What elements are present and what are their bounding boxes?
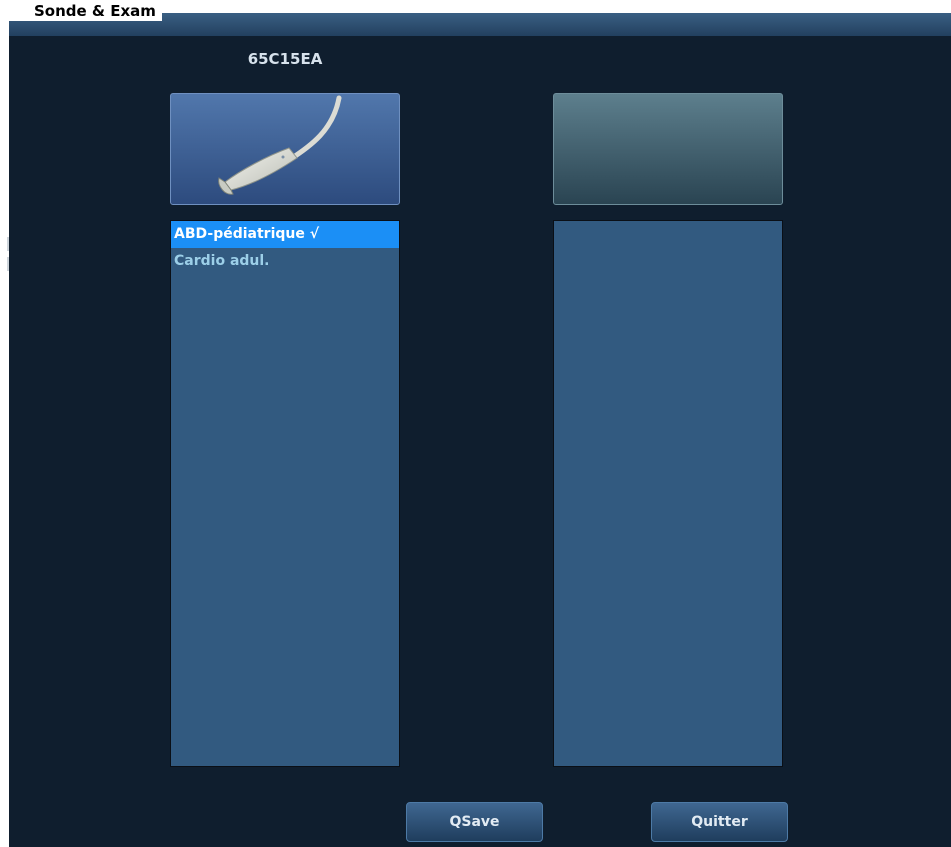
probe-slot-1[interactable] bbox=[170, 93, 400, 205]
quit-button[interactable]: Quitter bbox=[651, 802, 788, 842]
ultrasound-probe-icon bbox=[218, 95, 342, 195]
exam-item[interactable]: ABD-pédiatrique √ bbox=[171, 221, 399, 248]
qsave-button[interactable]: QSave bbox=[406, 802, 543, 842]
exam-item[interactable]: Cardio adul. bbox=[171, 248, 399, 275]
probe-slot-2[interactable] bbox=[553, 93, 783, 205]
exam-list-probe-1: ABD-pédiatrique √ Cardio adul. bbox=[170, 220, 400, 767]
dialog-title: Sonde & Exam bbox=[9, 1, 162, 21]
exam-list-probe-2 bbox=[553, 220, 783, 767]
probe-name-label: 65C15EA bbox=[247, 50, 323, 68]
probe-exam-dialog: Sonde & Exam 65C15EA ABD-pédiatrique √ C… bbox=[9, 1, 951, 847]
